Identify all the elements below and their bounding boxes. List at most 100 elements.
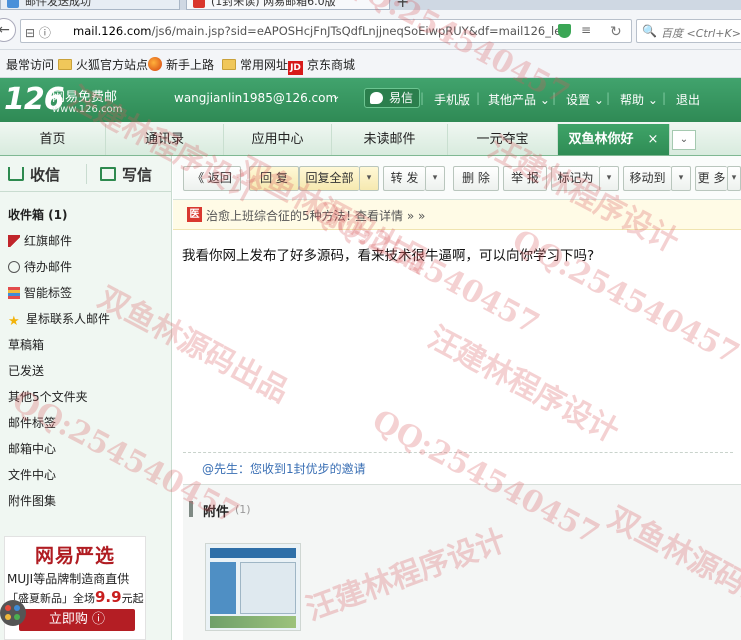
- tab-label: 双鱼林你好: [568, 132, 634, 147]
- folder-label: 草稿箱: [8, 338, 45, 352]
- bookmark-most-visited[interactable]: 最常访问: [6, 56, 54, 73]
- star-icon: ★: [8, 314, 20, 329]
- search-box[interactable]: 🔍 百度 <Ctrl+K>: [636, 19, 741, 43]
- sidebar-item-drafts[interactable]: 草稿箱: [8, 336, 44, 353]
- tab-app-center[interactable]: 应用中心: [224, 124, 332, 155]
- promo-notice: 医 治愈上班综合征的5种方法！ 查看详情 » »: [173, 200, 741, 230]
- forward-dropdown-icon[interactable]: ▾: [425, 166, 445, 191]
- sidebar-item-smart-tags[interactable]: 智能标签: [8, 284, 72, 301]
- notice-details-link[interactable]: 查看详情 » »: [355, 207, 425, 224]
- attachment-thumbnail[interactable]: [205, 543, 301, 631]
- ad-banner[interactable]: 网易严选 MUJI等品牌制造商直供 「盛夏新品」全场9.9元起 立即购 ⓘ: [4, 536, 146, 640]
- sidebar-item-inbox[interactable]: 收件箱 (1): [8, 206, 68, 223]
- new-tab-icon[interactable]: +: [396, 0, 409, 10]
- tags-icon: [8, 287, 20, 299]
- attachments-panel: 附件 (1): [183, 484, 741, 640]
- sidebar-item-todo[interactable]: 待办邮件: [8, 258, 72, 275]
- user-email[interactable]: wangjianlin1985@126.com: [174, 91, 337, 105]
- bookmark-getting-started[interactable]: 新手上路: [148, 56, 214, 73]
- site-info-icon[interactable]: ⊟ ⓘ: [25, 24, 51, 41]
- sidebar-item-other-folders[interactable]: 其他5个文件夹: [8, 388, 88, 405]
- forward-button[interactable]: 转 发: [383, 166, 425, 191]
- delete-button[interactable]: 删 除: [453, 166, 499, 191]
- divider: |: [606, 91, 611, 105]
- folder-label: 红旗邮件: [24, 234, 73, 248]
- invite-link[interactable]: @先生：您收到1封优步的邀请: [202, 460, 366, 477]
- divider: |: [420, 91, 425, 105]
- folder-label: 邮件标签: [8, 416, 57, 430]
- shield-icon[interactable]: [558, 24, 571, 38]
- bookmark-label: 火狐官方站点: [76, 58, 149, 72]
- tab-label: 未读邮件: [363, 132, 416, 147]
- sidebar-item-flagged[interactable]: 红旗邮件: [8, 232, 72, 249]
- sidebar-item-starred-contacts[interactable]: ★ 星标联系人邮件: [8, 310, 110, 330]
- sidebar-actions: 收信 写信: [0, 156, 172, 192]
- mark-as-button[interactable]: 标记为: [551, 166, 599, 191]
- bookmark-jd[interactable]: JD 京东商城: [288, 56, 355, 75]
- tab-one-yuan[interactable]: 一元夺宝: [448, 124, 558, 155]
- folder-label: 其他5个文件夹: [8, 390, 88, 404]
- move-to-dropdown-icon[interactable]: ▾: [671, 166, 691, 191]
- folder-label: 待办邮件: [24, 260, 73, 274]
- report-button[interactable]: 举 报: [503, 166, 547, 191]
- reply-all-dropdown-icon[interactable]: ▾: [359, 166, 379, 191]
- back-button[interactable]: 《 返回: [183, 166, 241, 191]
- yixin-button[interactable]: 易信: [364, 88, 421, 108]
- nav-settings[interactable]: 设置 ⌄: [566, 91, 604, 108]
- firefox-icon: [148, 57, 162, 71]
- mail-toolbar: 《 返回 回 复 回复全部 ▾ 转 发 ▾ 删 除 举 报 标记为 ▾ 移动到 …: [173, 156, 741, 200]
- browser-tab-sent[interactable]: 邮件发送成功: [0, 0, 180, 10]
- url-dropdown-icon[interactable]: ≡: [581, 23, 591, 37]
- ad-line1: MUJI等品牌制造商直供: [7, 572, 130, 586]
- nav-help[interactable]: 帮助 ⌄: [620, 91, 658, 108]
- divider: [86, 164, 87, 184]
- folder-icon: [58, 59, 72, 70]
- reply-all-button[interactable]: 回复全部: [299, 166, 359, 191]
- browser-tab-mailbox[interactable]: (1封未读) 网易邮箱6.0版: [186, 0, 390, 10]
- more-dropdown-icon[interactable]: ▾: [727, 166, 741, 191]
- bookmarks-bar: 最常访问 火狐官方站点 新手上路 常用网址 JD 京东商城: [0, 50, 741, 78]
- attachments-title: 附件: [203, 505, 230, 520]
- reload-icon[interactable]: ↻: [610, 24, 622, 40]
- nav-other-products[interactable]: 其他产品 ⌄: [488, 91, 550, 108]
- tab-unread[interactable]: 未读邮件: [332, 124, 448, 155]
- buy-now-button[interactable]: 立即购 ⓘ: [19, 609, 135, 631]
- close-icon[interactable]: ×: [648, 132, 659, 147]
- logo-url: www.126.com: [52, 104, 123, 115]
- watermark-text: 汪建林程序设计: [422, 320, 625, 450]
- more-button[interactable]: 更 多: [695, 166, 727, 191]
- sidebar-item-mail-tags[interactable]: 邮件标签: [8, 414, 56, 431]
- tab-home[interactable]: 首页: [0, 124, 106, 155]
- browser-tab-label: (1封未读) 网易邮箱6.0版: [211, 0, 336, 8]
- inbox-icon: [8, 167, 24, 181]
- mark-as-dropdown-icon[interactable]: ▾: [599, 166, 619, 191]
- sidebar-item-attachment-gallery[interactable]: 附件图集: [8, 492, 56, 509]
- main-tab-bar: 首页 通讯录 应用中心 未读邮件 一元夺宝 双鱼林你好 × ⌄: [0, 122, 741, 156]
- reply-button[interactable]: 回 复: [249, 166, 299, 191]
- bookmark-label: 京东商城: [307, 58, 356, 72]
- ad-line2: 「盛夏新品」全场9.9元起: [7, 588, 144, 606]
- compose-button[interactable]: 写信: [100, 164, 152, 185]
- tab-contacts[interactable]: 通讯录: [106, 124, 224, 155]
- back-arrow-icon[interactable]: ←: [0, 18, 16, 42]
- notice-text[interactable]: 治愈上班综合征的5种方法！: [206, 207, 358, 224]
- receive-button[interactable]: 收信: [8, 164, 60, 185]
- address-bar[interactable]: ⊟ ⓘ mail.126.com/js6/main.jsp?sid=eAPOSH…: [20, 19, 632, 43]
- nav-mobile[interactable]: 手机版: [434, 91, 470, 108]
- tab-current-mail[interactable]: 双鱼林你好 ×: [558, 124, 670, 155]
- bookmark-firefox-official[interactable]: 火狐官方站点: [58, 56, 148, 73]
- mail-icon: [7, 0, 19, 8]
- chevron-down-icon[interactable]: ⌄: [332, 91, 340, 102]
- nav-logout[interactable]: 退出: [676, 91, 700, 108]
- chevron-down-icon[interactable]: ⌄: [672, 130, 696, 150]
- sidebar-item-sent[interactable]: 已发送: [8, 362, 44, 379]
- apps-launcher-icon[interactable]: [0, 600, 26, 626]
- move-to-button[interactable]: 移动到: [623, 166, 671, 191]
- tab-label: 通讯录: [144, 132, 184, 147]
- folder-label: 收件箱 (1): [8, 208, 68, 222]
- sidebar-item-file-center[interactable]: 文件中心: [8, 466, 56, 483]
- bookmark-common-sites[interactable]: 常用网址: [222, 56, 288, 73]
- ad-line2-post: 元起: [121, 592, 144, 605]
- section-marker: [189, 501, 193, 517]
- sidebar-item-mailbox-center[interactable]: 邮箱中心: [8, 440, 56, 457]
